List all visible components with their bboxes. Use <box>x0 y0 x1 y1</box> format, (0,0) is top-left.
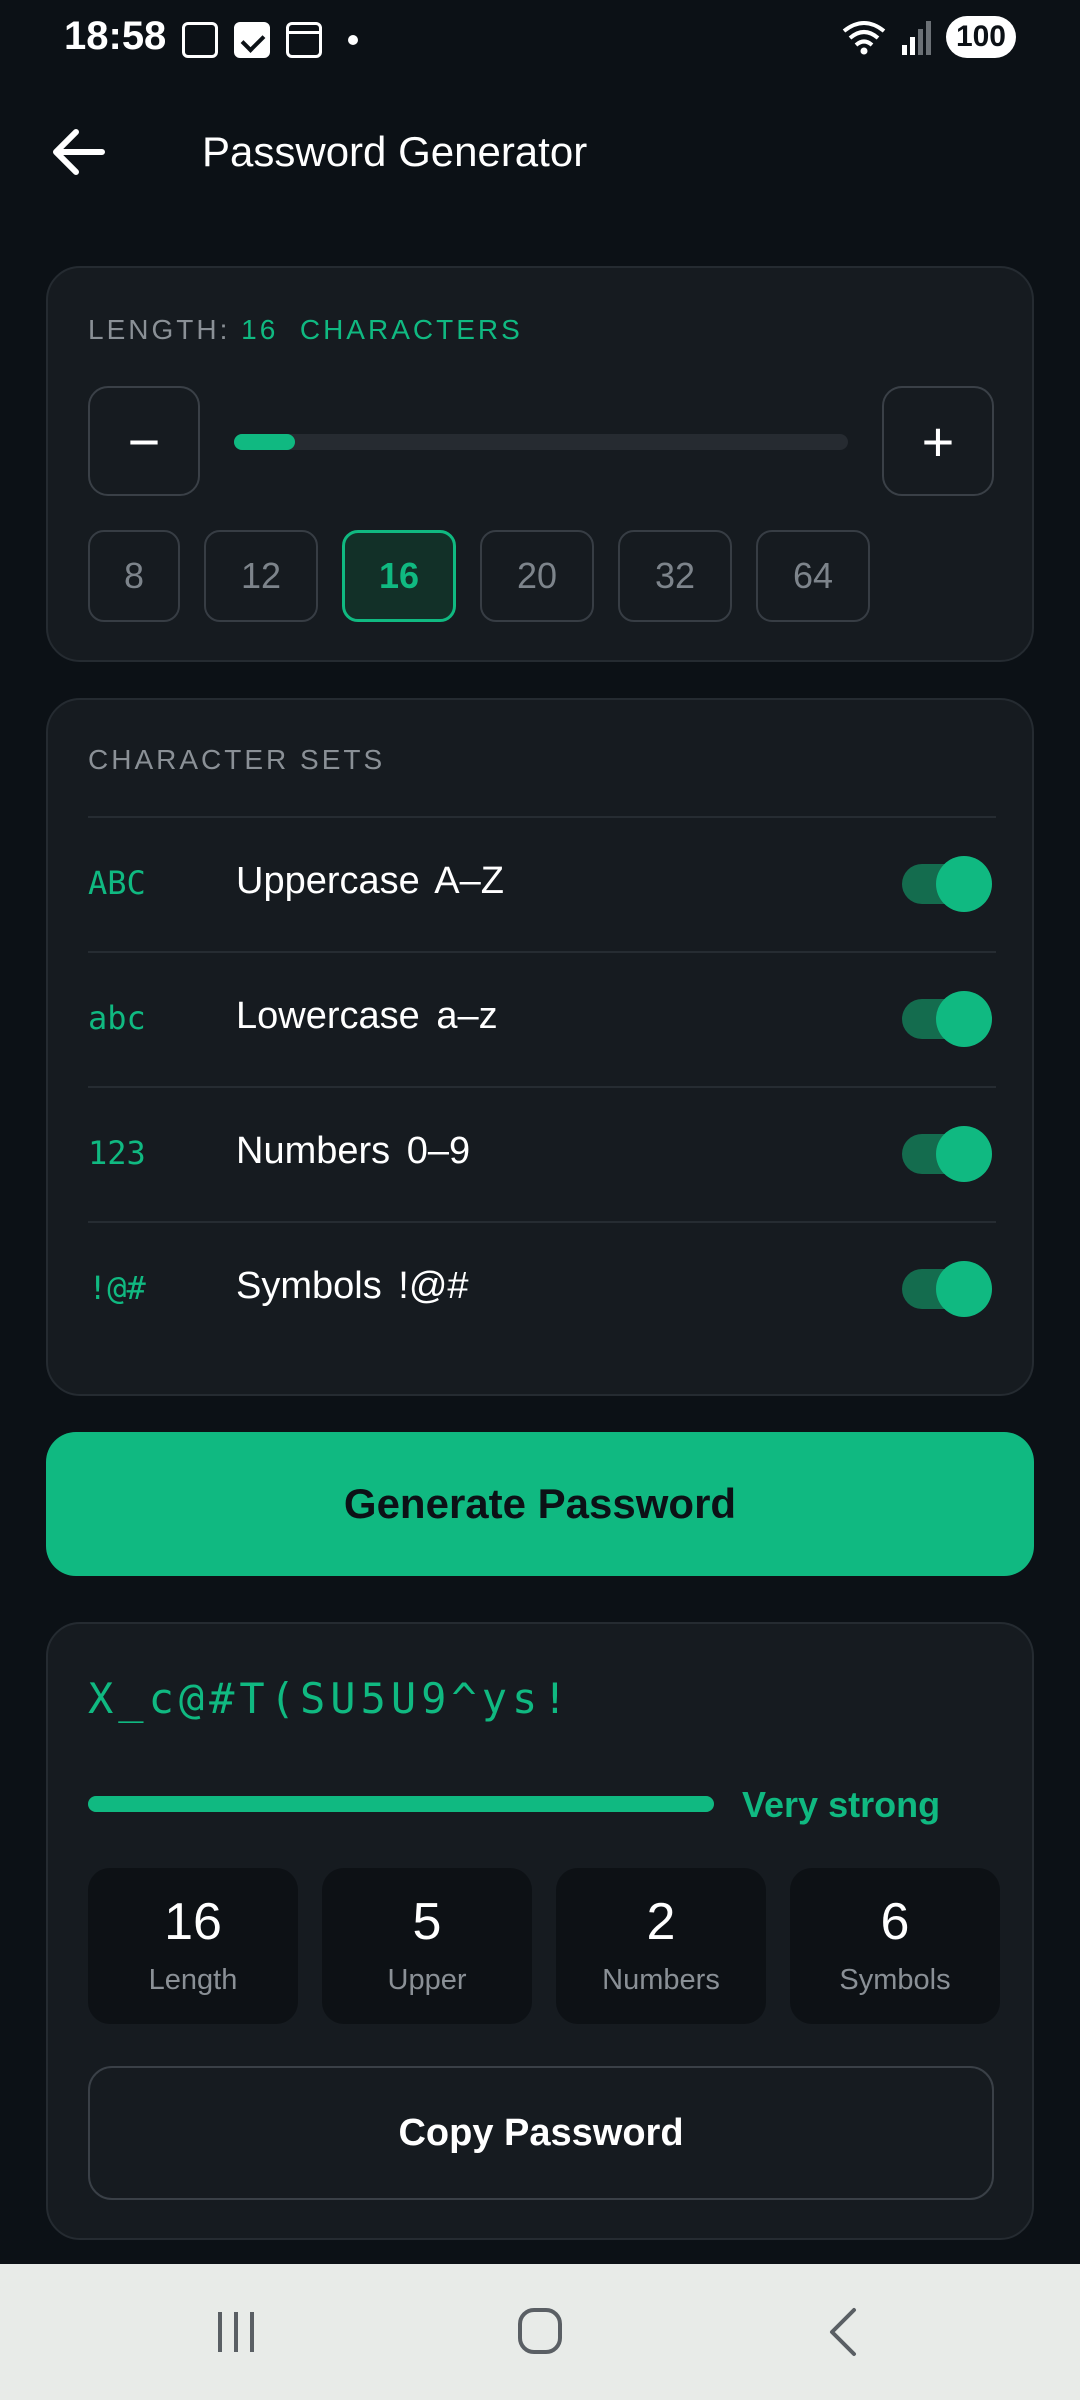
stat-numbers: 2 Numbers <box>556 1868 766 2024</box>
symbols-label: Symbols !@# <box>236 1265 469 1307</box>
uppercase-glyph: ABC <box>88 864 146 902</box>
numbers-label: Numbers 0–9 <box>236 1130 471 1172</box>
stat-symbols: 6 Symbols <box>790 1868 1000 2024</box>
symbols-glyph: !@# <box>88 1269 146 1307</box>
set-row-lowercase: abc Lowercase a–z <box>88 951 996 1085</box>
status-time: 18:58 <box>64 14 167 58</box>
uppercase-toggle[interactable] <box>902 856 992 912</box>
preset-32-button[interactable]: 32 <box>618 530 732 622</box>
wifi-icon <box>842 21 886 55</box>
lowercase-glyph: abc <box>88 999 146 1037</box>
more-notifications-dot-icon <box>348 35 358 45</box>
preset-12-button[interactable]: 12 <box>204 530 318 622</box>
generate-password-button[interactable]: Generate Password <box>46 1432 1034 1576</box>
calendar-icon <box>286 22 322 58</box>
set-row-uppercase: ABC Uppercase A–Z <box>88 816 996 950</box>
preset-20-button[interactable]: 20 <box>480 530 594 622</box>
stat-length-value: 16 <box>164 1892 222 1951</box>
increase-length-button[interactable]: + <box>882 386 994 496</box>
uppercase-label: Uppercase A–Z <box>236 860 504 902</box>
stat-symbols-label: Symbols <box>839 1963 951 1996</box>
screenshot-icon <box>182 22 218 58</box>
length-card: LENGTH: 16 CHARACTERS − + 8 12 16 20 32 … <box>46 266 1034 662</box>
length-preset-row: 8 12 16 20 32 64 <box>88 530 870 622</box>
stat-numbers-value: 2 <box>646 1892 676 1951</box>
character-sets-card: CHARACTER SETS ABC Uppercase A–Z abc Low… <box>46 698 1034 1396</box>
preset-8-button[interactable]: 8 <box>88 530 180 622</box>
toggle-knob <box>936 1261 992 1317</box>
length-unit: CHARACTERS <box>299 314 523 345</box>
lowercase-toggle[interactable] <box>902 991 992 1047</box>
home-icon[interactable] <box>500 2302 580 2362</box>
decrease-length-button[interactable]: − <box>88 386 200 496</box>
checkbox-notification-icon <box>234 22 270 58</box>
toggle-knob <box>936 991 992 1047</box>
battery-indicator: 100 <box>945 16 1016 58</box>
symbols-toggle[interactable] <box>902 1261 992 1317</box>
stat-upper: 5 Upper <box>322 1868 532 2024</box>
result-card: X_c@#T(SU5U9^ys! Very strong 16 Length 5… <box>46 1622 1034 2240</box>
system-nav-bar <box>0 2264 1080 2400</box>
stat-length: 16 Length <box>88 1868 298 2024</box>
stat-numbers-label: Numbers <box>602 1963 720 1996</box>
set-row-numbers: 123 Numbers 0–9 <box>88 1086 996 1220</box>
length-label-prefix: LENGTH: <box>88 314 242 345</box>
toggle-knob <box>936 856 992 912</box>
length-slider-fill <box>234 434 296 450</box>
toggle-knob <box>936 1126 992 1182</box>
lowercase-label: Lowercase a–z <box>236 995 498 1037</box>
stat-upper-label: Upper <box>387 1963 467 1996</box>
page-title: Password Generator <box>202 128 588 175</box>
password-stats: 16 Length 5 Upper 2 Numbers 6 Symbols <box>88 1868 1000 2024</box>
strength-meter <box>88 1796 714 1812</box>
app-bar: Password Generator <box>0 100 1080 204</box>
numbers-toggle[interactable] <box>902 1126 992 1182</box>
set-row-symbols: !@# Symbols !@# <box>88 1221 996 1355</box>
stat-symbols-value: 6 <box>880 1892 910 1951</box>
signal-icon <box>901 21 931 55</box>
nav-back-icon[interactable] <box>804 2302 884 2362</box>
strength-meter-fill <box>88 1796 714 1812</box>
status-bar: 18:58 100 <box>0 0 1080 80</box>
preset-16-button[interactable]: 16 <box>342 530 456 622</box>
length-label: LENGTH: 16 CHARACTERS <box>88 314 523 346</box>
copy-password-button[interactable]: Copy Password <box>88 2066 994 2200</box>
numbers-glyph: 123 <box>88 1134 146 1172</box>
back-arrow-icon[interactable] <box>44 122 116 182</box>
stat-upper-value: 5 <box>412 1892 442 1951</box>
stat-length-label: Length <box>148 1963 238 1996</box>
generated-password[interactable]: X_c@#T(SU5U9^ys! <box>88 1674 573 1723</box>
length-slider[interactable] <box>234 434 848 450</box>
length-value: 16 <box>241 314 279 345</box>
character-sets-label: CHARACTER SETS <box>88 744 386 775</box>
strength-label: Very strong <box>742 1784 941 1825</box>
recents-icon[interactable] <box>196 2302 276 2362</box>
preset-64-button[interactable]: 64 <box>756 530 870 622</box>
